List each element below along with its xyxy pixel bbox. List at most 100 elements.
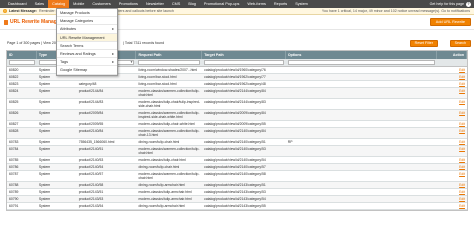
cell-type: System xyxy=(38,111,51,115)
cell-opt xyxy=(286,203,437,209)
cell-rp: modern-classics/warmen-collection/tulip-… xyxy=(138,89,200,97)
table-row[interactable]: 60790 System product/2143/53 modern-classic… xyxy=(7,196,467,203)
edit-link[interactable]: Edit xyxy=(437,203,467,209)
table-row[interactable]: 60827 System product/2009/55 modern-classic… xyxy=(7,121,467,128)
filter-options-input[interactable] xyxy=(287,60,436,65)
cell-id: 60827 xyxy=(9,122,19,126)
nav-item-system[interactable]: System xyxy=(291,0,312,8)
nav-item-sales[interactable]: Sales xyxy=(31,0,49,8)
cell-opt xyxy=(286,99,437,109)
nav-item-cms[interactable]: CMS xyxy=(168,0,184,8)
cell-tp: catalog/product/view/id/1962/category/48 xyxy=(204,82,266,86)
cell-rp: living-room/window-shades/2007...html xyxy=(138,68,198,72)
cell-sv: product/2144/84 xyxy=(78,89,104,93)
edit-link[interactable]: Edit xyxy=(437,128,467,138)
edit-link[interactable]: Edit xyxy=(437,74,467,80)
cell-sv: product/2140/57 xyxy=(78,172,104,176)
cell-type: System xyxy=(38,89,51,93)
cell-sv: product/2143/54 xyxy=(78,204,104,208)
nav-item-dashboard[interactable]: Dashboard xyxy=(4,0,31,8)
nav-item-promotional-pop-ups[interactable]: Promotional Pop-ups xyxy=(200,0,243,8)
col-action: Action xyxy=(437,51,468,59)
cell-id: 60784 xyxy=(9,147,19,151)
cell-id: 60825 xyxy=(9,100,19,104)
cell-type: System xyxy=(38,140,51,144)
nav-item-blog[interactable]: Blog xyxy=(184,0,200,8)
message-label: Latest Message: xyxy=(9,9,37,13)
table-row[interactable]: 60791 System product/2143/54 dining-room/tu… xyxy=(7,203,467,210)
reset-filter-button[interactable]: Reset Filter xyxy=(409,40,438,47)
nav-item-newsletter[interactable]: Newsletter xyxy=(142,0,168,8)
cell-tp: catalog/product/view/id/2143/category/54 xyxy=(204,197,266,201)
edit-link[interactable]: Edit xyxy=(437,110,467,120)
edit-link[interactable]: Edit xyxy=(437,164,467,170)
edit-link[interactable]: Edit xyxy=(437,157,467,163)
edit-link[interactable]: Edit xyxy=(437,121,467,127)
table-row[interactable]: 60785 System product/2140/53 modern-classic… xyxy=(7,157,467,164)
cell-sv: product/2140/84 xyxy=(78,129,104,133)
nav-item-catalog[interactable]: Catalog xyxy=(48,0,70,8)
nav-item-customers[interactable]: Customers xyxy=(88,0,114,8)
table-row[interactable]: 60825 System product/2144/83 modern-classic… xyxy=(7,99,467,110)
nav-item-web-forms[interactable]: Web-forms xyxy=(243,0,270,8)
edit-link[interactable]: Edit xyxy=(437,171,467,181)
menu-item-reviews-and-ratings[interactable]: Reviews and Ratings ▸ xyxy=(57,50,117,59)
table-row[interactable]: 60786 System product/2140/54 dining-room/tu… xyxy=(7,164,467,171)
cell-tp: catalog/product/view/id/2140/category/54 xyxy=(204,158,266,162)
cell-rp: dining-room/tulip-armchair.html xyxy=(138,204,185,208)
table-row[interactable]: 60783 System 7556435_1566060.html dining-ro… xyxy=(7,139,467,146)
menu-item-url-rewrite-management[interactable]: URL Rewrite Management xyxy=(57,33,117,42)
table-row[interactable]: 60823 System category/48 living-room/bar-st… xyxy=(7,81,467,88)
menu-item-label: Google Sitemap xyxy=(60,68,88,73)
menu-item-attributes[interactable]: Attributes ▸ xyxy=(57,25,117,34)
table-row[interactable]: 60789 System product/2143/51 modern-classic… xyxy=(7,189,467,196)
menu-item-label: Reviews and Ratings xyxy=(60,51,96,56)
edit-link[interactable]: Edit xyxy=(437,99,467,109)
help-area[interactable]: Get help for this page ? xyxy=(430,0,471,8)
table-row[interactable]: 60826 System product/2009/84 modern-classic… xyxy=(7,110,467,121)
edit-link[interactable]: Edit xyxy=(437,67,467,73)
cell-sv: product/2143/51 xyxy=(78,190,104,194)
edit-link[interactable]: Edit xyxy=(437,139,467,145)
nav-item-promotions[interactable]: Promotions xyxy=(115,0,142,8)
filter-id-input[interactable] xyxy=(9,60,35,65)
table-row[interactable]: 60787 System product/2140/57 modern-classic… xyxy=(7,171,467,182)
cell-rp: dining-room/tulip-armchair.html xyxy=(138,183,185,187)
table-row[interactable]: 60788 System product/2140/58 dining-room/tu… xyxy=(7,182,467,189)
table-row[interactable]: 60824 System product/2144/84 modern-classic… xyxy=(7,88,467,99)
nav-item-mobile[interactable]: Mobile xyxy=(69,0,88,8)
menu-item-search-terms[interactable]: Search Terms xyxy=(57,42,117,50)
search-button[interactable]: Search xyxy=(449,40,471,47)
edit-link[interactable]: Edit xyxy=(437,189,467,195)
edit-link[interactable]: Edit xyxy=(437,81,467,87)
cell-sv: product/2143/53 xyxy=(78,197,104,201)
add-url-rewrite-button[interactable]: Add URL Rewrite xyxy=(429,18,471,26)
help-link[interactable]: Get help for this page xyxy=(430,2,464,6)
menu-item-tags[interactable]: Tags ▸ xyxy=(57,58,117,67)
notifications-link[interactable]: You have 1 critical, 14 major, 49 minor … xyxy=(322,8,470,15)
top-nav: Dashboard Sales Catalog Mobile Customers Prom… xyxy=(0,0,474,8)
menu-item-manage-products[interactable]: Manage Products xyxy=(57,9,117,18)
edit-link[interactable]: Edit xyxy=(437,182,467,188)
col-target-path[interactable]: Target Path xyxy=(202,51,286,59)
cell-type: System xyxy=(38,147,51,151)
filter-request-path-input[interactable] xyxy=(138,60,201,65)
edit-link[interactable]: Edit xyxy=(437,146,467,156)
cell-opt xyxy=(286,81,437,87)
menu-item-manage-categories[interactable]: Manage Categories xyxy=(57,17,117,26)
cell-sv: product/2009/55 xyxy=(78,122,104,126)
filter-target-path-input[interactable] xyxy=(204,60,284,65)
nav-item-reports[interactable]: Reports xyxy=(270,0,291,8)
edit-link[interactable]: Edit xyxy=(437,196,467,202)
col-request-path[interactable]: Request Path xyxy=(136,51,203,59)
menu-item-google-sitemap[interactable]: Google Sitemap xyxy=(57,66,117,75)
edit-link[interactable]: Edit xyxy=(437,88,467,98)
col-options[interactable]: Options xyxy=(286,51,438,59)
help-icon[interactable]: ? xyxy=(466,1,471,7)
cell-tp: catalog/product/view/id/1962/category/77 xyxy=(204,75,266,79)
col-id[interactable]: ID xyxy=(7,51,37,59)
cell-type: System xyxy=(38,204,51,208)
table-row[interactable]: 60828 System product/2140/84 modern-classic… xyxy=(7,128,467,139)
cell-opt xyxy=(286,182,437,188)
table-row[interactable]: 60784 System product/2140/51 modern-classic… xyxy=(7,146,467,157)
